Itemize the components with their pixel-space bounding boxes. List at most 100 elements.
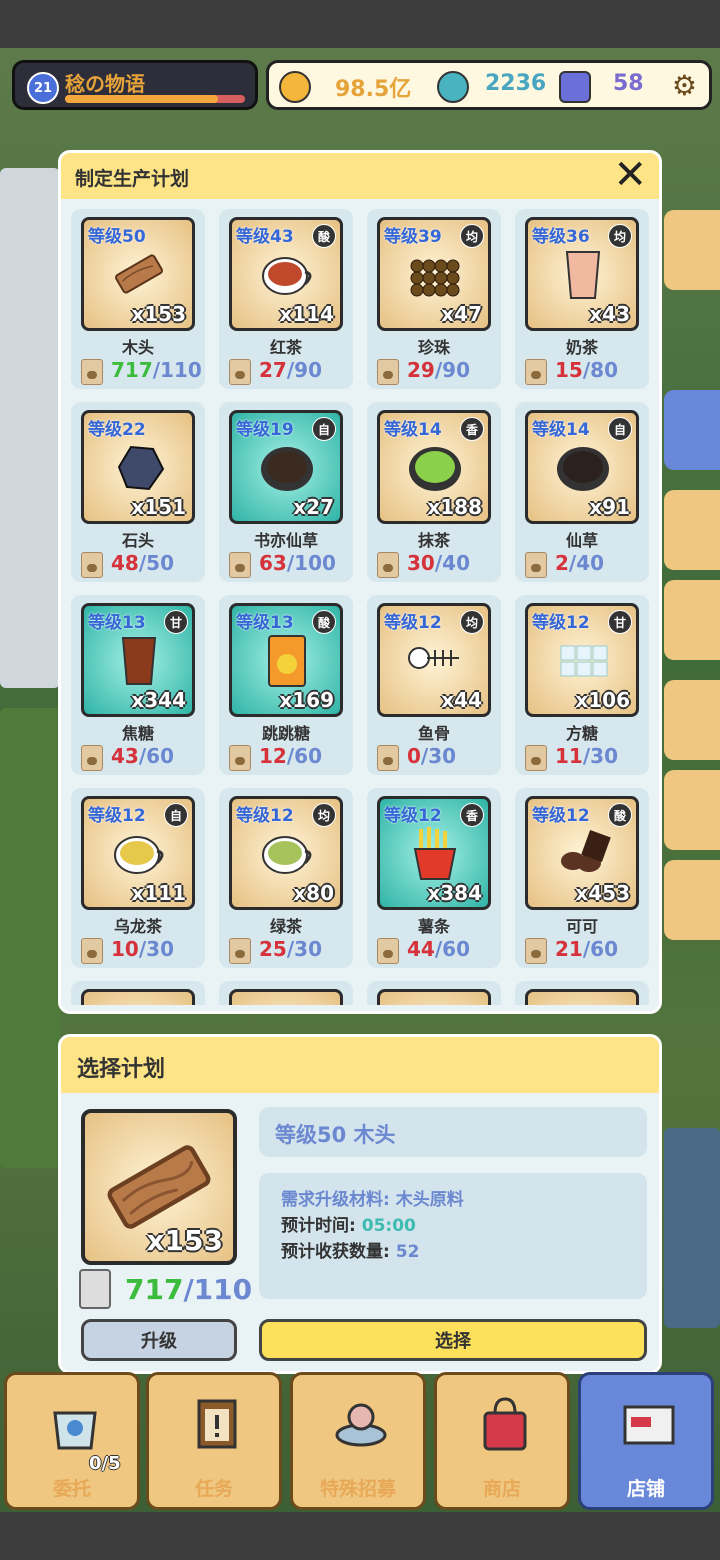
item-have: 21 — [555, 937, 583, 961]
select-button[interactable]: 选择 — [259, 1319, 647, 1361]
packet-icon — [268, 635, 306, 687]
item-card-partial[interactable] — [71, 981, 205, 1005]
material-source-icon — [525, 359, 547, 385]
player-info-panel[interactable]: 21 稔の物语 — [12, 60, 258, 110]
plank-icon — [115, 254, 163, 294]
side-button-collapse[interactable] — [664, 390, 720, 470]
item-counts: 48/50 — [111, 551, 174, 575]
item-have: 10 — [111, 937, 139, 961]
item-have: 717 — [111, 358, 153, 382]
item-frame — [81, 989, 195, 1005]
material-source-icon — [377, 745, 399, 771]
building-right — [664, 1128, 720, 1328]
flavor-tag: 自 — [164, 803, 188, 827]
item-counts: 15/80 — [555, 358, 618, 382]
item-need: /40 — [434, 551, 470, 575]
item-frame: 等级39 均 x47 — [377, 217, 491, 331]
nav-shop[interactable]: 店铺 — [578, 1372, 714, 1510]
material-source-icon — [81, 938, 103, 964]
item-card-partial[interactable] — [515, 981, 649, 1005]
bowl-icon — [557, 447, 609, 491]
item-counts: 43/60 — [111, 744, 174, 768]
shopping-bag-icon — [483, 1397, 527, 1451]
nav-tasks[interactable]: 任务 — [146, 1372, 282, 1510]
side-button-6[interactable] — [664, 860, 720, 940]
selected-item-frame: x153 — [81, 1109, 237, 1265]
crystal-icon[interactable] — [559, 71, 591, 103]
item-card[interactable]: 等级50 x153 木头 717/110 — [71, 209, 205, 389]
item-frame: 等级13 甘 x344 — [81, 603, 195, 717]
item-card[interactable]: 等级12 均 x80 绿茶 25/30 — [219, 788, 353, 968]
item-card[interactable]: 等级12 自 x111 乌龙茶 10/30 — [71, 788, 205, 968]
item-level: 等级50 — [88, 227, 146, 247]
item-qty: x453 — [575, 881, 630, 905]
item-counts: 25/30 — [259, 937, 322, 961]
item-card-partial[interactable] — [219, 981, 353, 1005]
pearls-icon — [410, 259, 460, 297]
nav-commission[interactable]: 0/5 委托 — [4, 1372, 140, 1510]
item-name: 木头 — [121, 338, 154, 357]
item-counts: 717/110 — [111, 358, 202, 382]
status-bar-area — [0, 0, 720, 48]
upgrade-button[interactable]: 升级 — [81, 1319, 237, 1361]
cup-icon — [262, 257, 312, 295]
item-name: 方糖 — [565, 724, 598, 743]
side-button-2[interactable] — [664, 490, 720, 570]
item-card[interactable]: 等级12 均 x44 鱼骨 0/30 — [367, 595, 501, 775]
item-frame: 等级12 甘 x106 — [525, 603, 639, 717]
item-card[interactable]: 等级14 香 x188 抹茶 30/40 — [367, 402, 501, 582]
item-qty: x43 — [589, 302, 630, 326]
item-qty: x153 — [131, 302, 186, 326]
item-card[interactable]: 等级12 甘 x106 方糖 11/30 — [515, 595, 649, 775]
nav-store[interactable]: 商店 — [434, 1372, 570, 1510]
item-qty: x384 — [427, 881, 482, 905]
item-card[interactable]: 等级12 香 x384 薯条 44/60 — [367, 788, 501, 968]
nav-tasks-label: 任务 — [194, 1478, 233, 1500]
side-button-4[interactable] — [664, 680, 720, 760]
item-card[interactable]: 等级14 自 x91 仙草 2/40 — [515, 402, 649, 582]
item-qty: x151 — [131, 495, 186, 519]
storefront-icon — [623, 1405, 675, 1445]
item-need: /50 — [138, 551, 174, 575]
item-card[interactable]: 等级39 均 x47 珍珠 29/90 — [367, 209, 501, 389]
item-name: 可可 — [565, 917, 598, 936]
item-card-partial[interactable] — [367, 981, 501, 1005]
flavor-tag: 酸 — [608, 803, 632, 827]
garden-left — [0, 708, 60, 1168]
yield-label: 预计收获数量: — [281, 1242, 390, 1262]
building-left — [0, 168, 60, 688]
item-name: 跳跳糖 — [261, 724, 310, 743]
item-card[interactable]: 等级12 酸 x453 可可 21/60 — [515, 788, 649, 968]
item-need: /60 — [434, 937, 470, 961]
select-modal-title: 选择计划 — [77, 1057, 166, 1082]
item-level: 等级12 — [88, 806, 146, 826]
item-frame — [525, 989, 639, 1005]
item-card[interactable]: 等级13 甘 x344 焦糖 43/60 — [71, 595, 205, 775]
time-line: 预计时间: 05:00 — [281, 1211, 416, 1236]
exp-bar-fill — [65, 95, 218, 103]
gem-bag-icon[interactable] — [437, 71, 469, 103]
item-card[interactable]: 等级43 酸 x114 红茶 27/90 — [219, 209, 353, 389]
item-need: /90 — [434, 358, 470, 382]
settings-gear-icon[interactable]: ⚙ — [672, 69, 697, 102]
side-button-5[interactable] — [664, 770, 720, 850]
nav-special-recruit[interactable]: 特殊招募 — [290, 1372, 426, 1510]
recruit-cat-icon — [335, 1403, 387, 1447]
item-need: /30 — [582, 744, 618, 768]
item-card[interactable]: 等级22 x151 石头 48/50 — [71, 402, 205, 582]
item-card[interactable]: 等级36 均 x43 奶茶 15/80 — [515, 209, 649, 389]
item-need: /100 — [286, 551, 336, 575]
yield-line: 预计收获数量: 52 — [281, 1237, 419, 1262]
material-source-icon — [377, 359, 399, 385]
side-button-3[interactable] — [664, 580, 720, 660]
item-frame: 等级13 酸 x169 — [229, 603, 343, 717]
side-button-1[interactable] — [664, 210, 720, 290]
item-grid: 等级50 x153 木头 717/110 等级43 酸 x114 红茶 27/9… — [71, 209, 655, 1005]
item-need: /60 — [582, 937, 618, 961]
item-card[interactable]: 等级19 自 x27 书亦仙草 63/100 — [219, 402, 353, 582]
item-card[interactable]: 等级13 酸 x169 跳跳糖 12/60 — [219, 595, 353, 775]
close-icon[interactable]: ✕ — [613, 155, 647, 195]
navigation-bar-area — [0, 1512, 720, 1560]
item-level: 等级43 — [236, 227, 294, 247]
item-frame: 等级19 自 x27 — [229, 410, 343, 524]
